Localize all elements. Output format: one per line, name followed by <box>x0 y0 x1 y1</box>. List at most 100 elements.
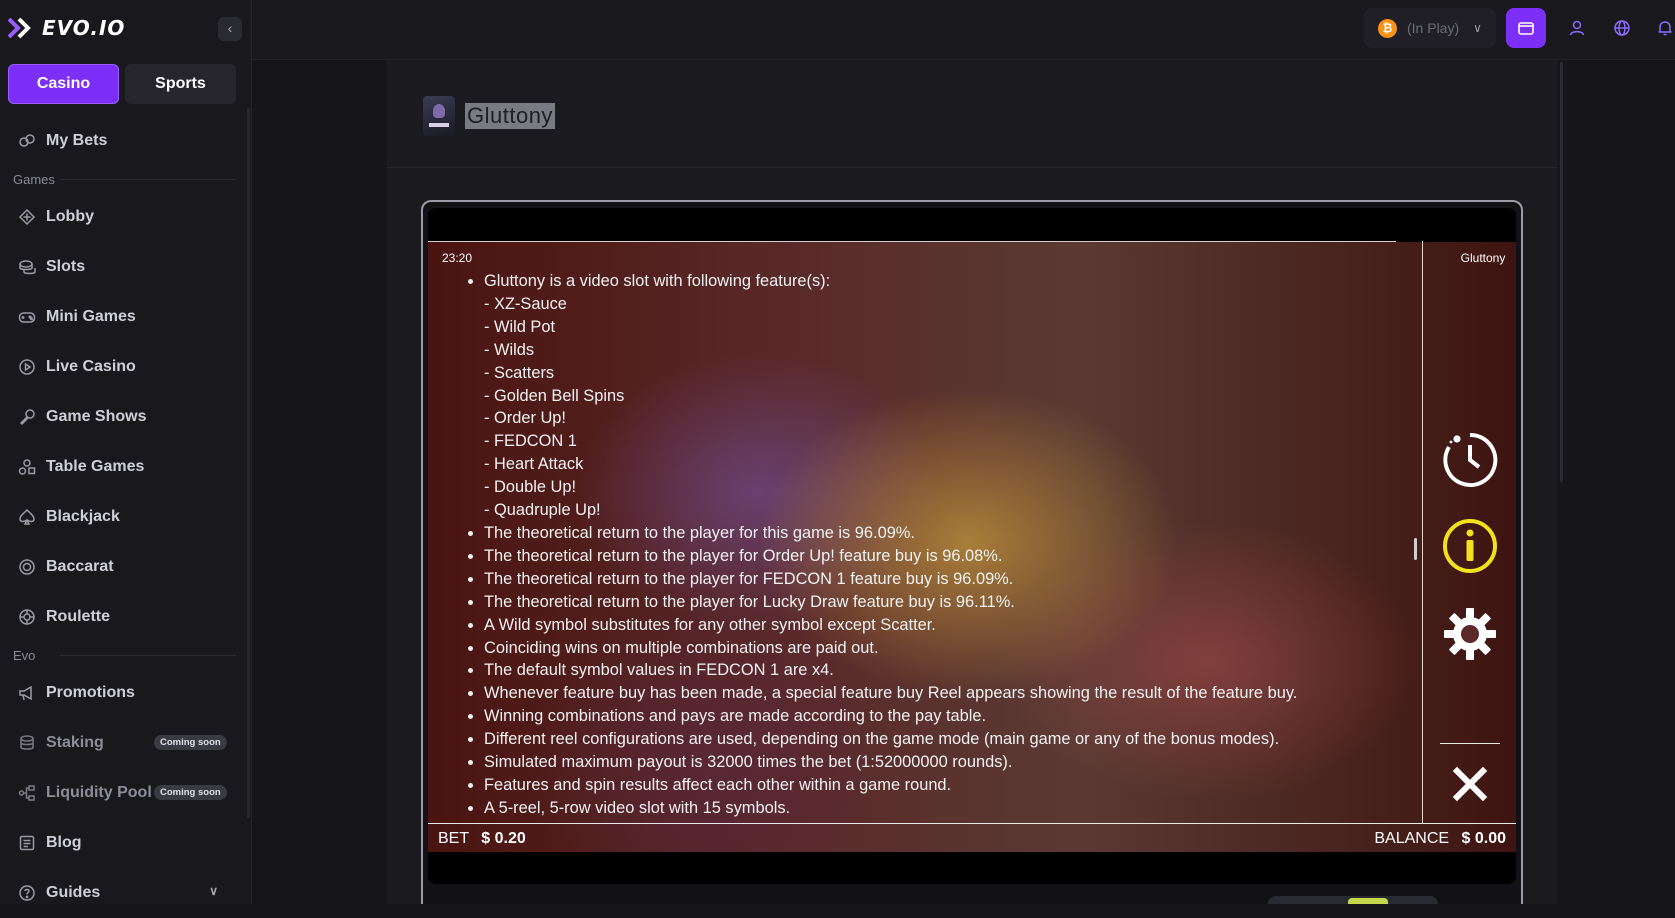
sidebar-item-promotions[interactable]: Promotions <box>0 668 246 718</box>
chevron-down-icon[interactable]: ∨ <box>209 884 218 898</box>
feature-item: - XZ-Sauce <box>484 294 567 313</box>
bell-icon[interactable] <box>1655 18 1675 38</box>
wallet-icon <box>1518 22 1534 35</box>
sidebar-item-slots[interactable]: Slots <box>0 242 246 292</box>
feature-item: - Double Up! <box>484 478 577 497</box>
game-thumbnail <box>423 96 455 136</box>
rule-item: Whenever feature buy has been made, a sp… <box>484 682 1408 705</box>
spade-icon <box>18 508 36 526</box>
game-header: Gluttony <box>423 96 555 136</box>
sidebar-item-live-casino[interactable]: Live Casino <box>0 342 246 392</box>
brand-logo[interactable]: EVO.IO <box>8 16 125 40</box>
sidebar-item-label: My Bets <box>46 132 108 149</box>
play-circle-icon <box>18 358 36 376</box>
sidebar-item-lobby[interactable]: Lobby <box>0 192 246 242</box>
database-icon <box>18 734 36 752</box>
sidebar-item-roulette[interactable]: Roulette <box>0 592 246 642</box>
tab-casino[interactable]: Casino <box>8 64 119 104</box>
coins-icon <box>18 258 36 276</box>
rule-item: The theoretical return to the player for… <box>484 522 1408 545</box>
feature-item: - FEDCON 1 <box>484 432 577 451</box>
feature-item: - Order Up! <box>484 409 566 428</box>
user-icon[interactable] <box>1567 18 1587 38</box>
game-clock: 23:20 <box>442 251 473 265</box>
sidebar-item-label: Game Shows <box>46 408 147 425</box>
sidebar-item-label: Liquidity Pool <box>46 784 152 801</box>
sidebar-item-my-bets[interactable]: My Bets <box>0 116 246 166</box>
sidebar-item-label: Blog <box>46 834 82 851</box>
sidebar-scrollbar[interactable] <box>247 108 250 818</box>
divider <box>428 241 1396 242</box>
close-icon <box>1452 766 1488 802</box>
rule-item: A 5-reel, 5-row video slot with 15 symbo… <box>484 797 1408 820</box>
sidebar-item-label: Staking <box>46 734 104 751</box>
diamond-icon <box>18 208 36 226</box>
wallet-button[interactable] <box>1506 8 1546 48</box>
divider <box>428 823 1516 824</box>
rules-scrollbar[interactable] <box>1414 538 1417 560</box>
close-button[interactable] <box>1440 754 1500 814</box>
sidebar-item-label: Table Games <box>46 458 145 475</box>
sidebar-item-baccarat[interactable]: Baccarat <box>0 542 246 592</box>
sidebar-item-blog[interactable]: Blog <box>0 818 246 868</box>
sidebar-item-label: Lobby <box>46 208 94 225</box>
rule-item: A Wild symbol substitutes for any other … <box>484 614 1408 637</box>
sidebar-item-game-shows[interactable]: Game Shows <box>0 392 246 442</box>
rule-item: Features and spin results affect each ot… <box>484 774 1408 797</box>
rule-item: The theoretical return to the player for… <box>484 545 1408 568</box>
feature-item: - Scatters <box>484 363 555 382</box>
globe-icon[interactable] <box>1612 18 1632 38</box>
network-icon <box>18 784 36 802</box>
wallet-selector[interactable]: ₿ (In Play) ∨ <box>1364 8 1496 48</box>
feature-item: - Heart Attack <box>484 455 584 474</box>
game-iframe[interactable]: 23:20 Gluttony Gluttony is a video slot … <box>428 208 1516 884</box>
chips-icon <box>18 132 36 150</box>
sidebar-item-blackjack[interactable]: Blackjack <box>0 492 246 542</box>
gamepad-icon <box>18 308 36 326</box>
coming-soon-badge: Coming soon <box>154 735 227 750</box>
settings-button[interactable] <box>1440 604 1500 664</box>
feature-item: - Golden Bell Spins <box>484 386 625 405</box>
feature-item: - Quadruple Up! <box>484 501 601 520</box>
main-scrollbar[interactable] <box>1560 62 1563 482</box>
bitcoin-icon: ₿ <box>1378 18 1397 38</box>
gear-icon <box>1444 608 1496 660</box>
sidebar-item-label: Slots <box>46 258 86 275</box>
balance-display: BALANCE $ 0.00 <box>1374 830 1506 848</box>
feature-item: - Wilds <box>484 340 535 359</box>
wallet-balance-label: (In Play) <box>1407 20 1460 36</box>
info-button[interactable] <box>1440 516 1500 576</box>
tab-sports[interactable]: Sports <box>125 64 236 104</box>
toggle-knob[interactable] <box>1348 898 1388 904</box>
sidebar-item-staking[interactable]: Staking Coming soon <box>0 718 246 768</box>
sidebar-item-guides[interactable]: Guides ∨ <box>0 868 246 918</box>
rule-item: The default symbol values in FEDCON 1 ar… <box>484 659 1408 682</box>
rule-item: Simulated maximum payout is 32000 times … <box>484 751 1408 774</box>
divider <box>1422 241 1423 823</box>
rules-intro: Gluttony is a video slot with following … <box>484 270 1408 293</box>
sidebar-item-liquidity-pool[interactable]: Liquidity Pool Coming soon <box>0 768 246 818</box>
sidebar-item-table-games[interactable]: Table Games <box>0 442 246 492</box>
coming-soon-badge: Coming soon <box>154 785 227 800</box>
history-button[interactable] <box>1440 430 1500 490</box>
help-icon <box>18 884 36 902</box>
sidebar-item-label: Blackjack <box>46 508 120 525</box>
bet-value: $ 0.20 <box>481 830 526 847</box>
sidebar: EVO.IO ‹ Casino Sports My Bets Games Lob… <box>0 0 252 904</box>
mode-tabs: Casino Sports <box>8 64 236 104</box>
balance-value: $ 0.00 <box>1461 830 1506 847</box>
collapse-sidebar-button[interactable]: ‹ <box>218 17 242 41</box>
sidebar-item-label: Promotions <box>46 684 135 701</box>
rule-item: The theoretical return to the player for… <box>484 591 1408 614</box>
section-label-games: Games <box>0 166 246 192</box>
brand-name: EVO.IO <box>42 16 126 40</box>
sidebar-item-mini-games[interactable]: Mini Games <box>0 292 246 342</box>
chevron-down-icon: ∨ <box>1473 21 1482 35</box>
bet-display: BET $ 0.20 <box>438 830 526 848</box>
logo-chevrons-icon <box>8 17 31 39</box>
logo-row: EVO.IO ‹ <box>0 0 252 56</box>
sidebar-nav: My Bets Games Lobby Slots Mini Games Liv… <box>0 116 246 918</box>
sidebar-item-label: Live Casino <box>46 358 136 375</box>
shapes-icon <box>18 458 36 476</box>
info-icon <box>1443 519 1497 573</box>
